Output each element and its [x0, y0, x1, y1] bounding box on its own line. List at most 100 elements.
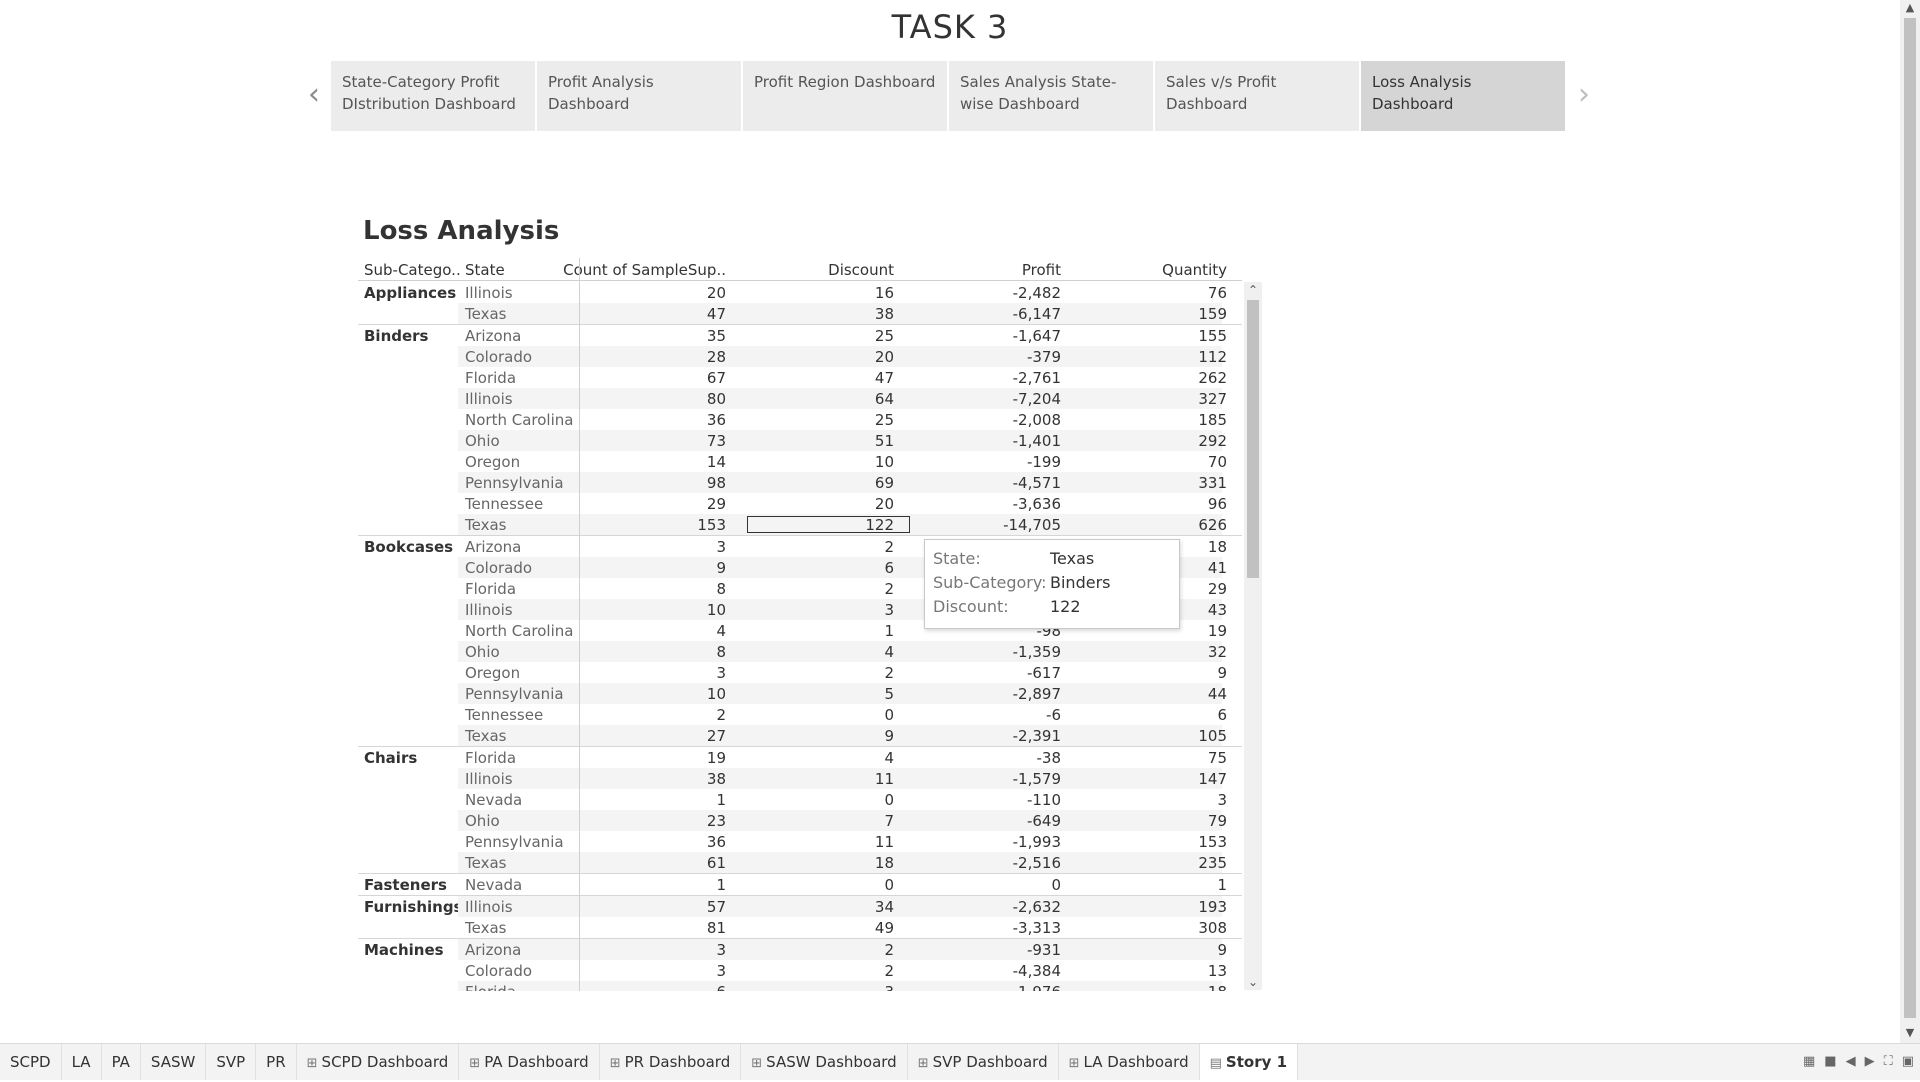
- count-cell[interactable]: 20: [707, 284, 726, 302]
- table-row[interactable]: Illinois 20 16 -2,482 76: [358, 282, 1242, 303]
- quantity-cell[interactable]: 75: [1208, 749, 1227, 767]
- count-cell[interactable]: 14: [707, 453, 726, 471]
- discount-cell[interactable]: 6: [884, 559, 894, 577]
- discount-cell[interactable]: 2: [884, 941, 894, 959]
- profit-cell[interactable]: -649: [1027, 812, 1061, 830]
- chevron-up-icon[interactable]: ⌃: [1244, 282, 1262, 298]
- chevron-down-icon[interactable]: ▼: [1900, 1026, 1920, 1042]
- discount-cell[interactable]: 38: [875, 305, 894, 323]
- story-point-scpd[interactable]: State-Category Profit DIstribution Dashb…: [331, 61, 535, 131]
- discount-cell[interactable]: 18: [875, 854, 894, 872]
- count-cell[interactable]: 36: [707, 833, 726, 851]
- profit-cell[interactable]: -6: [1046, 706, 1061, 724]
- count-cell[interactable]: 27: [707, 727, 726, 745]
- table-row[interactable]: Nevada 1 0 -110 3: [358, 789, 1242, 810]
- table-row[interactable]: Texas 27 9 -2,391 105: [358, 725, 1242, 746]
- table-row[interactable]: Tennessee 2 0 -6 6: [358, 704, 1242, 725]
- count-cell[interactable]: 73: [707, 432, 726, 450]
- profit-cell[interactable]: -3,636: [1013, 495, 1061, 513]
- quantity-cell[interactable]: 105: [1198, 727, 1227, 745]
- header-count[interactable]: Count of SampleSup..: [563, 261, 726, 279]
- table-row[interactable]: Texas 153 122 -14,705 626: [358, 514, 1242, 535]
- quantity-cell[interactable]: 18: [1208, 538, 1227, 556]
- profit-cell[interactable]: -2,482: [1013, 284, 1061, 302]
- profit-cell[interactable]: -1,976: [1013, 983, 1061, 991]
- discount-cell[interactable]: 49: [875, 919, 894, 937]
- quantity-cell[interactable]: 327: [1198, 390, 1227, 408]
- table-row[interactable]: Texas 81 49 -3,313 308: [358, 917, 1242, 938]
- count-cell[interactable]: 57: [707, 898, 726, 916]
- next-sheet-icon[interactable]: ▶: [1865, 1054, 1875, 1069]
- quantity-cell[interactable]: 6: [1217, 706, 1227, 724]
- sheet-tab[interactable]: ⊞ PR Dashboard: [600, 1044, 742, 1080]
- profit-cell[interactable]: -1,401: [1013, 432, 1061, 450]
- table-row[interactable]: Colorado 3 2 -4,384 13: [358, 960, 1242, 981]
- table-row[interactable]: Colorado 28 20 -379 112: [358, 346, 1242, 367]
- quantity-cell[interactable]: 112: [1198, 348, 1227, 366]
- quantity-cell[interactable]: 185: [1198, 411, 1227, 429]
- count-cell[interactable]: 35: [707, 327, 726, 345]
- count-cell[interactable]: 8: [716, 643, 726, 661]
- quantity-cell[interactable]: 19: [1208, 622, 1227, 640]
- count-cell[interactable]: 61: [707, 854, 726, 872]
- table-row[interactable]: Oregon 3 2 -617 9: [358, 662, 1242, 683]
- quantity-cell[interactable]: 308: [1198, 919, 1227, 937]
- quantity-cell[interactable]: 147: [1198, 770, 1227, 788]
- count-cell[interactable]: 3: [716, 941, 726, 959]
- quantity-cell[interactable]: 331: [1198, 474, 1227, 492]
- discount-cell[interactable]: 2: [884, 580, 894, 598]
- discount-cell[interactable]: 2: [884, 538, 894, 556]
- quantity-cell[interactable]: 41: [1208, 559, 1227, 577]
- count-cell[interactable]: 36: [707, 411, 726, 429]
- filmstrip-icon[interactable]: ■: [1824, 1054, 1836, 1069]
- count-cell[interactable]: 29: [707, 495, 726, 513]
- quantity-cell[interactable]: 43: [1208, 601, 1227, 619]
- quantity-cell[interactable]: 153: [1198, 833, 1227, 851]
- table-row[interactable]: Pennsylvania 98 69 -4,571 331: [358, 472, 1242, 493]
- profit-cell[interactable]: -1,579: [1013, 770, 1061, 788]
- discount-cell[interactable]: 51: [875, 432, 894, 450]
- table-row[interactable]: Florida 67 47 -2,761 262: [358, 367, 1242, 388]
- table-row[interactable]: Ohio 73 51 -1,401 292: [358, 430, 1242, 451]
- profit-cell[interactable]: -2,761: [1013, 369, 1061, 387]
- sheet-tab[interactable]: ⊞ PA Dashboard: [459, 1044, 600, 1080]
- sheet-tab[interactable]: ⊞ SVP Dashboard: [908, 1044, 1059, 1080]
- count-cell[interactable]: 28: [707, 348, 726, 366]
- profit-cell[interactable]: -4,571: [1013, 474, 1061, 492]
- quantity-cell[interactable]: 626: [1198, 516, 1227, 534]
- quantity-cell[interactable]: 193: [1198, 898, 1227, 916]
- chevron-right-icon[interactable]: ›: [1572, 78, 1596, 112]
- page-scroll-thumb[interactable]: [1904, 18, 1916, 1018]
- prev-sheet-icon[interactable]: ◀: [1846, 1054, 1856, 1069]
- scroll-thumb[interactable]: [1247, 300, 1259, 578]
- profit-cell[interactable]: -617: [1027, 664, 1061, 682]
- discount-cell[interactable]: 11: [875, 770, 894, 788]
- profit-cell[interactable]: -379: [1027, 348, 1061, 366]
- table-row[interactable]: Illinois 80 64 -7,204 327: [358, 388, 1242, 409]
- count-cell[interactable]: 47: [707, 305, 726, 323]
- table-row[interactable]: Pennsylvania 36 11 -1,993 153: [358, 831, 1242, 852]
- table-row[interactable]: Tennessee 29 20 -3,636 96: [358, 493, 1242, 514]
- table-scrollbar[interactable]: ⌃ ⌄: [1244, 282, 1262, 990]
- table-row[interactable]: North Carolina 36 25 -2,008 185: [358, 409, 1242, 430]
- profit-cell[interactable]: -1,647: [1013, 327, 1061, 345]
- chevron-left-icon[interactable]: ‹: [302, 78, 326, 112]
- quantity-cell[interactable]: 32: [1208, 643, 1227, 661]
- profit-cell[interactable]: -7,204: [1013, 390, 1061, 408]
- quantity-cell[interactable]: 29: [1208, 580, 1227, 598]
- profit-cell[interactable]: -38: [1037, 749, 1062, 767]
- count-cell[interactable]: 153: [697, 516, 726, 534]
- profit-cell[interactable]: -199: [1027, 453, 1061, 471]
- quantity-cell[interactable]: 235: [1198, 854, 1227, 872]
- discount-cell[interactable]: 4: [884, 643, 894, 661]
- quantity-cell[interactable]: 96: [1208, 495, 1227, 513]
- count-cell[interactable]: 10: [707, 601, 726, 619]
- sheet-tab[interactable]: ⊞ SASW Dashboard: [741, 1044, 908, 1080]
- discount-cell[interactable]: 2: [884, 962, 894, 980]
- discount-cell[interactable]: 4: [884, 749, 894, 767]
- count-cell[interactable]: 38: [707, 770, 726, 788]
- profit-cell[interactable]: -2,632: [1013, 898, 1061, 916]
- discount-cell[interactable]: 34: [875, 898, 894, 916]
- discount-cell[interactable]: 122: [865, 516, 894, 534]
- header-state[interactable]: State: [465, 261, 505, 279]
